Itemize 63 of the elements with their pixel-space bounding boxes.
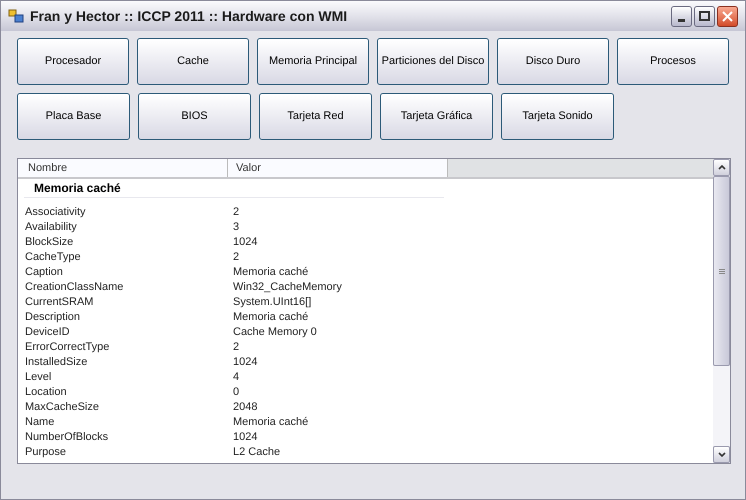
- property-name: ErrorCorrectType: [24, 340, 110, 355]
- property-value: 2: [232, 340, 240, 355]
- minimize-button[interactable]: [671, 6, 692, 26]
- column-header[interactable]: Nombre: [18, 159, 228, 177]
- property-name: Caption: [24, 265, 64, 280]
- property-value: L2 Cache: [232, 445, 280, 460]
- chevron-up-icon: [718, 165, 726, 170]
- category-button[interactable]: Tarjeta Sonido: [501, 93, 614, 140]
- category-button[interactable]: Disco Duro: [497, 38, 609, 85]
- property-name: Purpose: [24, 445, 67, 460]
- property-value: 4: [232, 370, 240, 385]
- property-value: 2: [232, 205, 240, 220]
- category-button[interactable]: BIOS: [138, 93, 251, 140]
- maximize-icon: [699, 11, 710, 21]
- property-name: CurrentSRAM: [24, 295, 94, 310]
- property-value: Memoria caché: [232, 265, 308, 280]
- property-name: Description: [24, 310, 82, 325]
- property-name: Associativity: [24, 205, 87, 220]
- property-value: 1024: [232, 430, 258, 445]
- property-value: 1024: [232, 235, 258, 250]
- property-name: BlockSize: [24, 235, 74, 250]
- property-value: 0: [232, 385, 240, 400]
- grip-icon: [718, 268, 724, 274]
- category-button[interactable]: Cache: [137, 38, 249, 85]
- category-button[interactable]: Memoria Principal: [257, 38, 369, 85]
- property-value: Win32_CacheMemory: [232, 280, 342, 295]
- property-name: CreationClassName: [24, 280, 124, 295]
- property-name: Availability: [24, 220, 78, 235]
- column-header[interactable]: Valor: [228, 159, 448, 177]
- category-button[interactable]: Tarjeta Gráfica: [380, 93, 493, 140]
- property-value: 2: [232, 250, 240, 265]
- minimize-icon: [678, 18, 685, 22]
- property-name: InstalledSize: [24, 355, 88, 370]
- property-value: 1024: [232, 355, 258, 370]
- scroll-down-button[interactable]: [713, 446, 730, 463]
- scroll-thumb[interactable]: [713, 176, 730, 366]
- group-header: Memoria caché: [34, 180, 121, 197]
- close-button[interactable]: [717, 6, 738, 26]
- property-value: Cache Memory 0: [232, 325, 317, 340]
- window-title: Fran y Hector :: ICCP 2011 :: Hardware con WMI: [30, 6, 348, 26]
- property-value: Memoria caché: [232, 310, 308, 325]
- property-value: System.UInt16[]: [232, 295, 312, 310]
- chevron-down-icon: [718, 452, 726, 457]
- category-button[interactable]: Particiones del Disco: [377, 38, 489, 85]
- app-icon: [8, 9, 24, 23]
- category-button[interactable]: Tarjeta Red: [259, 93, 372, 140]
- property-name: MaxCacheSize: [24, 400, 100, 415]
- property-name: Location: [24, 385, 68, 400]
- scroll-up-button[interactable]: [713, 159, 730, 176]
- property-name: Name: [24, 415, 56, 430]
- property-name: CacheType: [24, 250, 82, 265]
- scrollbar[interactable]: [713, 159, 730, 463]
- property-value: Memoria caché: [232, 415, 308, 430]
- category-button[interactable]: Placa Base: [17, 93, 130, 140]
- property-name: Level: [24, 370, 52, 385]
- category-button[interactable]: Procesos: [617, 38, 729, 85]
- close-icon: [722, 10, 733, 22]
- property-name: DeviceID: [24, 325, 71, 340]
- maximize-button[interactable]: [694, 6, 715, 26]
- category-button[interactable]: Procesador: [17, 38, 129, 85]
- property-name: NumberOfBlocks: [24, 430, 110, 445]
- property-value: 2048: [232, 400, 258, 415]
- property-value: 3: [232, 220, 240, 235]
